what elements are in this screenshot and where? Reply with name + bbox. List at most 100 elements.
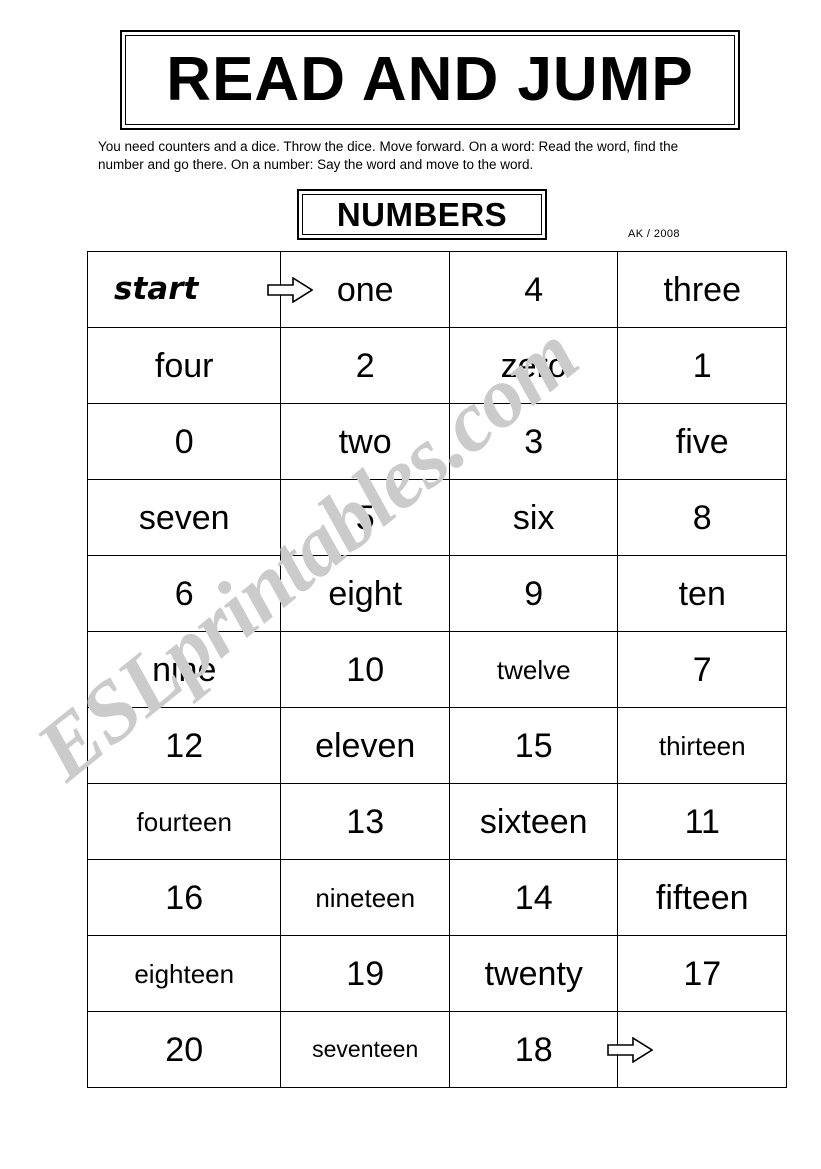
board-cell[interactable]: seventeen — [280, 1011, 450, 1088]
board-cell-label: 3 — [524, 422, 544, 461]
board-cell[interactable]: 11 — [617, 783, 787, 860]
board-cell-label: seven — [138, 498, 230, 537]
board-cell[interactable]: 8 — [617, 479, 787, 556]
board-cell[interactable]: 20 — [86, 1011, 282, 1088]
board-row: four 2 zero 1 — [86, 327, 787, 404]
board-cell-label: thirteen — [658, 730, 746, 761]
subtitle-inner-border: NUMBERS — [302, 194, 542, 235]
board-cell[interactable]: fourteen — [86, 783, 282, 860]
board-cell[interactable]: 15 — [448, 707, 619, 784]
instructions-text: You need counters and a dice. Throw the … — [98, 139, 679, 172]
board-cell-label: fifteen — [655, 878, 749, 917]
board-cell-label: three — [663, 270, 741, 309]
board-cell[interactable]: sixteen — [448, 783, 619, 860]
board-cell[interactable]: 2 — [280, 327, 450, 404]
board-cell-label: 4 — [524, 270, 544, 309]
worksheet-title-box: READ AND JUMP — [120, 30, 740, 130]
board-cell-label: five — [675, 422, 729, 461]
board-cell-label: six — [512, 498, 555, 537]
board-cell-label: 19 — [346, 954, 385, 993]
board-cell-label: twelve — [496, 654, 571, 685]
subtitle-box: NUMBERS — [297, 189, 547, 240]
board-cell-label: 8 — [692, 498, 712, 537]
board-cell-label: eighteen — [134, 958, 235, 989]
board-cell-label: 5 — [355, 498, 375, 537]
board-cell[interactable]: eleven — [280, 707, 450, 784]
board-cell-label: zero — [500, 346, 567, 385]
board-cell[interactable]: 10 — [280, 631, 450, 708]
board-cell-label: four — [154, 346, 214, 385]
board-cell[interactable]: 4 — [448, 251, 619, 328]
board-cell[interactable]: zero — [448, 327, 619, 404]
board-cell[interactable]: 6 — [86, 555, 282, 632]
board-cell-label: 11 — [684, 802, 720, 841]
board-row: fourteen 13 sixteen 11 — [86, 783, 787, 860]
board-cell-label: ten — [678, 574, 726, 613]
board-cell-label: seventeen — [312, 1036, 419, 1062]
board-cell-label: nineteen — [315, 882, 416, 913]
board-cell-label: 20 — [165, 1030, 204, 1069]
board-cell[interactable]: 17 — [617, 935, 787, 1012]
board-cell-label: 12 — [165, 726, 204, 765]
board-cell[interactable]: 5 — [280, 479, 450, 556]
subtitle-label: NUMBERS — [336, 196, 508, 233]
board-cell[interactable]: three — [617, 251, 787, 328]
board-cell-label: nine — [152, 650, 217, 689]
board-cell-label: 10 — [346, 650, 385, 689]
board-cell[interactable]: fifteen — [617, 859, 787, 936]
board-cell[interactable]: ten — [617, 555, 787, 632]
board-cell-label: 7 — [692, 650, 712, 689]
board-cell[interactable]: twenty — [448, 935, 619, 1012]
board-cell-label: start — [114, 271, 199, 307]
board-cell[interactable]: six — [448, 479, 619, 556]
board-cell-start[interactable]: start — [86, 251, 314, 328]
board-cell[interactable]: nine — [86, 631, 282, 708]
board-cell[interactable] — [617, 1011, 787, 1088]
board-cell[interactable]: one — [280, 251, 450, 328]
board-cell-label: fourteen — [136, 806, 232, 837]
author-credit: AK / 2008 — [628, 228, 680, 240]
board-cell[interactable]: 3 — [448, 403, 619, 480]
board-cell[interactable]: 12 — [86, 707, 282, 784]
board-cell[interactable]: four — [86, 327, 282, 404]
board-cell-label: eleven — [315, 726, 416, 765]
board-cell[interactable]: eighteen — [86, 935, 282, 1012]
board-cell-label: 6 — [174, 574, 194, 613]
board-cell[interactable]: five — [617, 403, 787, 480]
board-cell-label: 17 — [683, 954, 722, 993]
board-row: 0 two 3 five — [86, 403, 787, 480]
board-row: start one 4 three — [86, 251, 787, 328]
board-cell[interactable]: 19 — [280, 935, 450, 1012]
board-cell[interactable]: twelve — [448, 631, 619, 708]
board-cell[interactable]: 1 — [617, 327, 787, 404]
board-cell-label: 15 — [514, 726, 553, 765]
board-cell[interactable]: eight — [280, 555, 450, 632]
game-board: start one 4 three four 2 zero 1 0 two 3 five seven 5 s… — [86, 251, 787, 1088]
board-cell[interactable]: two — [280, 403, 450, 480]
board-cell-label: one — [336, 270, 394, 309]
board-cell-label: two — [338, 422, 392, 461]
board-row: seven 5 six 8 — [86, 479, 787, 556]
board-cell[interactable]: seven — [86, 479, 282, 556]
board-cell[interactable]: 7 — [617, 631, 787, 708]
board-row: 12 eleven 15 thirteen — [86, 707, 787, 784]
board-cell[interactable]: 18 — [448, 1011, 654, 1088]
board-cell-label: 9 — [524, 574, 544, 613]
board-row: eighteen 19 twenty 17 — [86, 935, 787, 1012]
game-board-body: start one 4 three four 2 zero 1 0 two 3 five seven 5 s… — [86, 251, 787, 1088]
board-cell[interactable]: 9 — [448, 555, 619, 632]
board-row: nine 10 twelve 7 — [86, 631, 787, 708]
board-cell-label: 18 — [514, 1030, 553, 1069]
board-cell[interactable]: 13 — [280, 783, 450, 860]
board-row: 6 eight 9 ten — [86, 555, 787, 632]
title-inner-border: READ AND JUMP — [125, 35, 735, 125]
board-cell[interactable]: nineteen — [280, 859, 450, 936]
board-row: 16 nineteen 14 fifteen — [86, 859, 787, 936]
board-cell[interactable]: 0 — [86, 403, 282, 480]
board-cell[interactable]: thirteen — [617, 707, 787, 784]
page-title: READ AND JUMP — [166, 45, 694, 114]
board-cell[interactable]: 16 — [86, 859, 282, 936]
board-cell[interactable]: 14 — [448, 859, 619, 936]
board-cell-label: 2 — [355, 346, 375, 385]
board-cell-label: 16 — [165, 878, 204, 917]
